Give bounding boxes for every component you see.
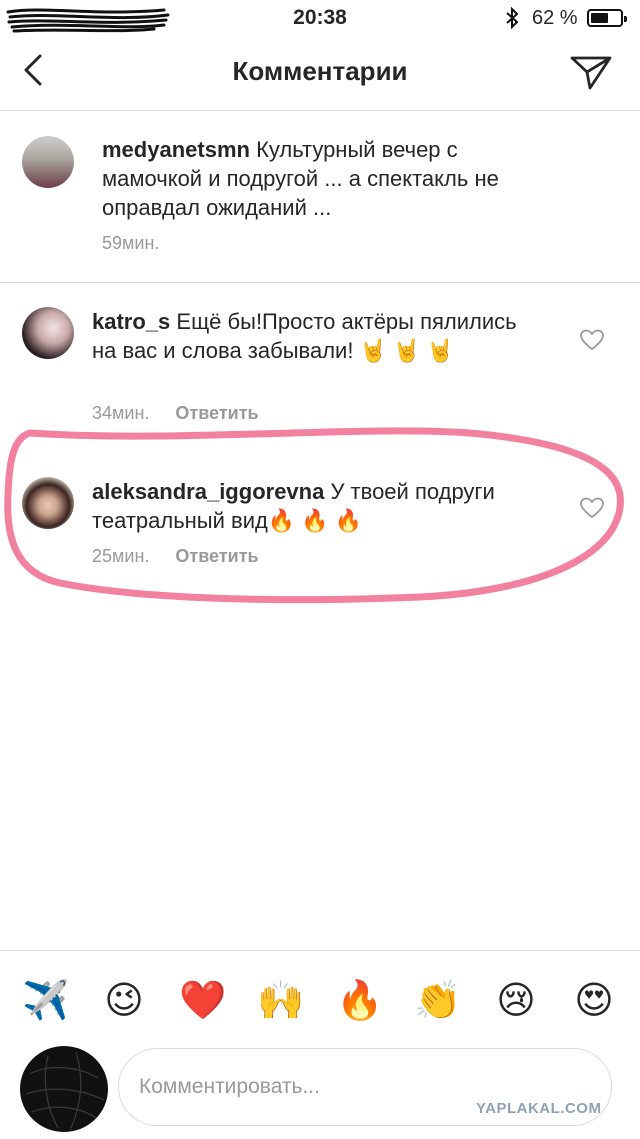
- comment-time: 25мин.: [92, 546, 150, 566]
- page-title: Комментарии: [232, 56, 408, 86]
- comment-text-block: aleksandra_iggorevna У твоей подруги теа…: [92, 477, 532, 535]
- reply-button[interactable]: Ответить: [175, 403, 258, 423]
- comment-meta: 25мин. Ответить: [92, 546, 259, 567]
- comment-username[interactable]: aleksandra_iggorevna: [92, 479, 324, 504]
- heart-eyes-emoji-button[interactable]: 😍: [571, 977, 617, 1023]
- comment-item: katro_s Ещё бы!Просто актёры пялились на…: [0, 283, 640, 433]
- comment-time: 34мин.: [92, 403, 150, 423]
- watermark: YAPLAKAL.COM: [476, 1100, 602, 1117]
- avatar[interactable]: [22, 307, 74, 359]
- battery-icon: [587, 9, 627, 27]
- comment-composer: [0, 1044, 640, 1139]
- comment-item: aleksandra_iggorevna У твоей подруги теа…: [0, 433, 640, 583]
- nav-bar: Комментарии: [0, 38, 640, 111]
- raised-hands-emoji-button[interactable]: 🙌: [257, 977, 304, 1023]
- avatar[interactable]: [22, 136, 74, 188]
- quick-emoji-bar: ✈️ 😉 ❤️ 🙌 🔥 👏 😢 😍: [0, 950, 640, 1045]
- status-bar: 20:38 62 %: [0, 0, 640, 38]
- battery-percent: 62 %: [532, 7, 578, 29]
- my-avatar-scribbled: [20, 1046, 108, 1132]
- fire-emoji-button[interactable]: 🔥: [336, 977, 383, 1023]
- like-heart-icon[interactable]: [580, 329, 604, 351]
- like-heart-icon[interactable]: [580, 497, 604, 519]
- reply-button[interactable]: Ответить: [175, 546, 258, 566]
- avatar[interactable]: [22, 477, 74, 529]
- wink-emoji-button[interactable]: 😉: [101, 977, 147, 1023]
- caption-time-label: 59мин.: [102, 233, 160, 253]
- bluetooth-icon: [506, 6, 519, 30]
- caption-time: 59мин.: [102, 233, 159, 254]
- clapping-emoji-button[interactable]: 👏: [414, 977, 461, 1023]
- comment-text-block: katro_s Ещё бы!Просто актёры пялились на…: [92, 307, 532, 365]
- crying-emoji-button[interactable]: 😢: [493, 977, 539, 1023]
- send-icon[interactable]: [568, 52, 614, 92]
- post-caption: medyanetsmn Культурный вечер с мамочкой …: [0, 111, 640, 283]
- comment-meta: 34мин. Ответить: [92, 403, 259, 424]
- comment-username[interactable]: katro_s: [92, 309, 170, 334]
- heart-emoji-button[interactable]: ❤️: [179, 977, 226, 1023]
- caption-text-block: medyanetsmn Культурный вечер с мамочкой …: [102, 135, 562, 222]
- airplane-emoji-button[interactable]: ✈️: [22, 977, 69, 1023]
- caption-username[interactable]: medyanetsmn: [102, 137, 250, 162]
